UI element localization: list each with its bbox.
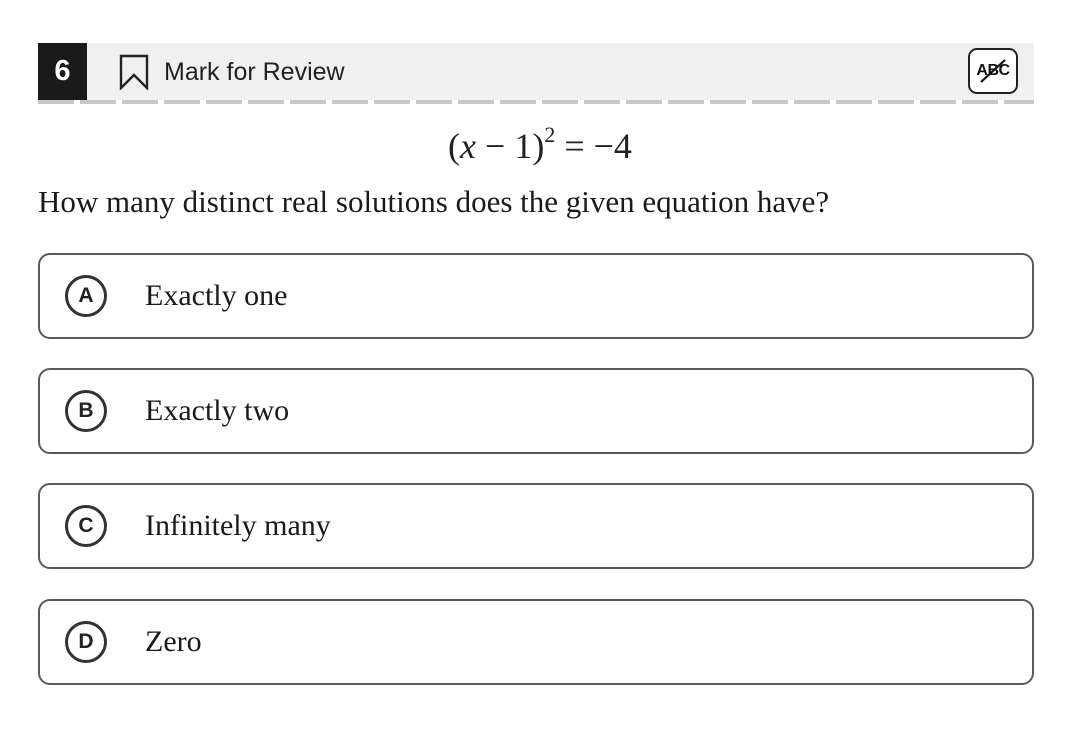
answer-choice-b[interactable]: B Exactly two <box>38 368 1034 454</box>
strikethrough-icon <box>980 59 1006 83</box>
question-text: How many distinct real solutions does th… <box>38 184 830 219</box>
choice-letter-b: B <box>65 390 107 432</box>
mark-for-review-button[interactable]: Mark for Review <box>118 54 345 90</box>
choice-letter-c: C <box>65 505 107 547</box>
mark-for-review-label: Mark for Review <box>164 57 345 86</box>
choice-text-d: Zero <box>145 625 202 658</box>
answer-choice-a[interactable]: A Exactly one <box>38 253 1034 339</box>
answer-choice-d[interactable]: D Zero <box>38 599 1034 685</box>
choice-letter-a: A <box>65 275 107 317</box>
choice-text-c: Infinitely many <box>145 509 331 542</box>
question-header: 6 Mark for Review ABC <box>38 43 1034 100</box>
question-number: 6 <box>38 43 87 100</box>
header-divider <box>38 100 1034 104</box>
equation: (x − 1)2 = −4 <box>448 122 632 167</box>
choice-text-a: Exactly one <box>145 279 288 312</box>
answer-choice-c[interactable]: C Infinitely many <box>38 483 1034 569</box>
choice-letter-d: D <box>65 621 107 663</box>
choice-text-b: Exactly two <box>145 394 290 427</box>
answer-eliminator-button[interactable]: ABC <box>968 48 1018 94</box>
bookmark-icon <box>119 54 149 90</box>
